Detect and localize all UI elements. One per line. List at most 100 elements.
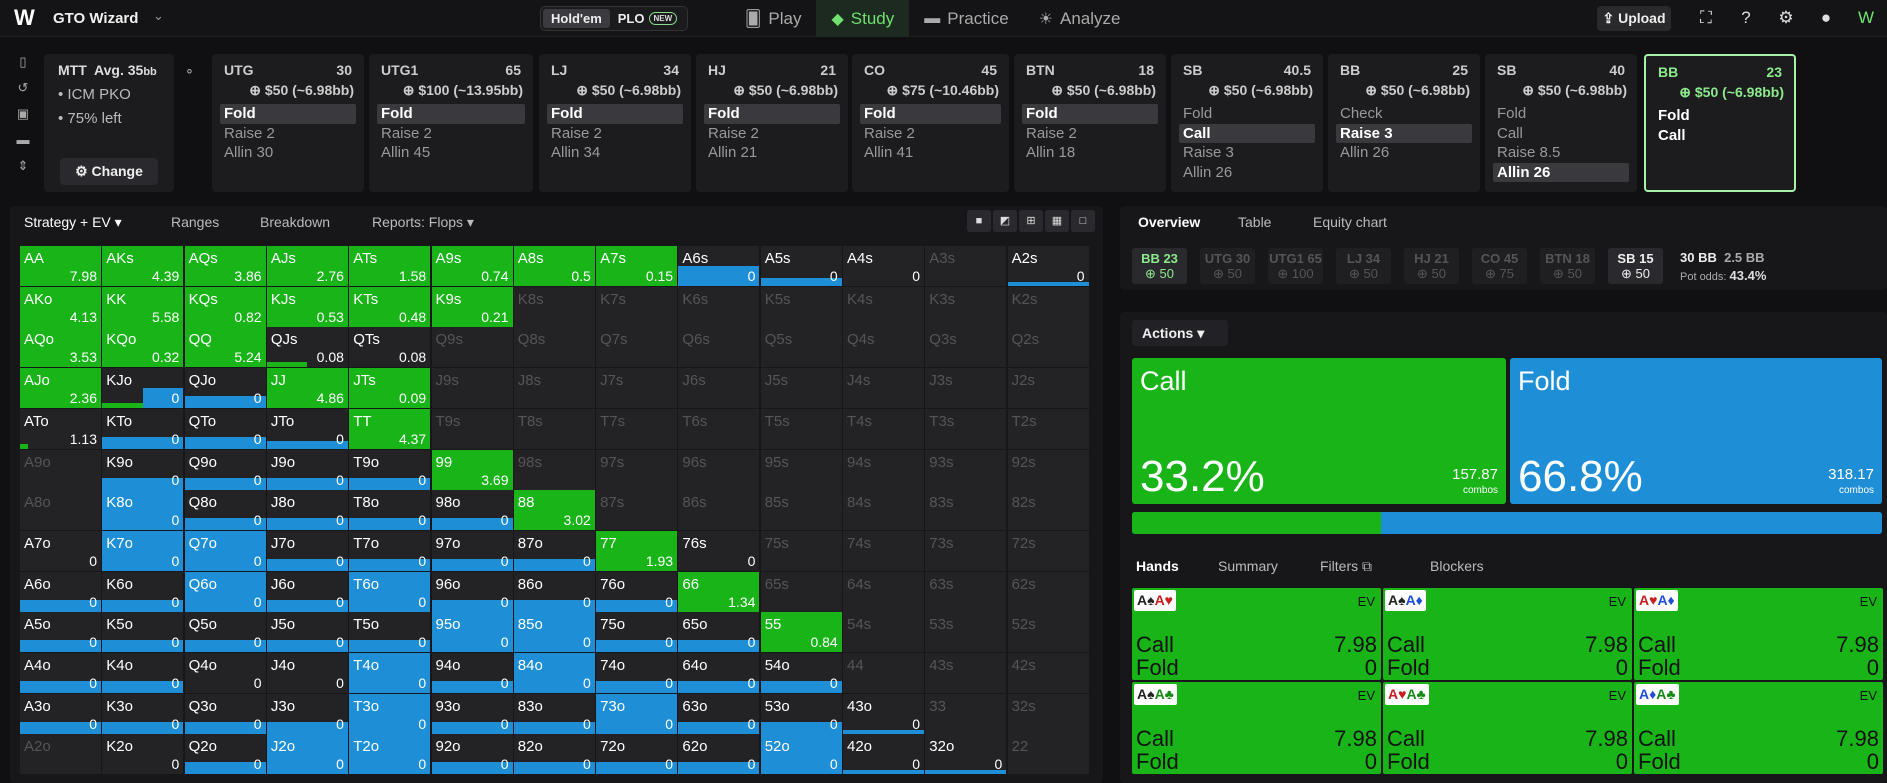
hand-cell[interactable]: T4o 0 xyxy=(349,653,431,693)
position-card-lj[interactable]: LJ 34 ⊕ $50 (~6.98bb) Fold Raise 2 Allin 34 xyxy=(539,54,691,192)
tab-filters[interactable]: Filters ⧉ xyxy=(1320,558,1372,575)
hand-cell[interactable]: A5o 0 xyxy=(20,612,101,653)
hand-combo-card[interactable]: A♠A♣ EV Call 7.98 Fold 0 xyxy=(1132,682,1381,774)
hand-cell[interactable]: Q5o 0 xyxy=(184,612,266,653)
hand-cell[interactable]: J8s xyxy=(513,368,595,409)
hand-cell[interactable]: ATo 1.13 xyxy=(20,408,101,449)
hand-cell[interactable]: 88 3.02 xyxy=(513,490,595,531)
stack-chip[interactable]: BB 23 ⊕ 50 xyxy=(1132,248,1187,284)
hand-cell[interactable]: Q4s xyxy=(843,327,924,368)
hand-cell[interactable]: 65o 0 xyxy=(678,612,760,653)
gto-wizard-logo[interactable]: W xyxy=(14,7,36,29)
hand-cell[interactable]: 44 xyxy=(843,653,924,693)
tab-equity-chart[interactable]: Equity chart xyxy=(1313,214,1387,230)
tab-ranges[interactable]: Ranges xyxy=(171,214,219,230)
hand-cell[interactable]: 96s xyxy=(678,449,760,490)
hand-cell[interactable]: AKo 4.13 xyxy=(20,286,101,327)
account-icon[interactable]: ● xyxy=(1816,8,1836,28)
hand-cell[interactable]: K9s 0.21 xyxy=(431,286,513,327)
hand-cell[interactable]: 99 3.69 xyxy=(431,449,513,490)
share-icon[interactable]: ⚬ xyxy=(184,64,195,80)
action-option[interactable]: Fold xyxy=(1493,104,1629,124)
hand-cell[interactable]: K3o 0 xyxy=(102,693,184,734)
action-option[interactable]: Raise 3 xyxy=(1336,123,1472,143)
hand-cell[interactable]: AQs 3.86 xyxy=(184,246,266,286)
hand-cell[interactable]: 84s xyxy=(843,490,924,531)
hand-cell[interactable]: J5s xyxy=(760,368,842,409)
hand-cell[interactable]: A7o 0 xyxy=(20,530,101,571)
hand-cell[interactable]: QTs 0.08 xyxy=(349,327,431,368)
hand-cell[interactable]: KJs 0.53 xyxy=(266,286,348,327)
hand-cell[interactable]: K7s xyxy=(596,286,678,327)
hand-cell[interactable]: 74s xyxy=(843,530,924,571)
hand-cell[interactable]: 86s xyxy=(678,490,760,531)
hand-cell[interactable]: 42s xyxy=(1007,653,1089,693)
plo-tab[interactable]: PLO NEW xyxy=(610,9,685,28)
hand-cell[interactable]: AJs 2.76 xyxy=(266,246,348,286)
hand-cell[interactable]: QJs 0.08 xyxy=(266,327,348,368)
hand-cell[interactable]: A2o xyxy=(20,734,101,775)
hand-cell[interactable]: K8s xyxy=(513,286,595,327)
hand-cell[interactable]: 87s xyxy=(596,490,678,531)
action-option[interactable]: Allin 18 xyxy=(1022,143,1158,163)
hand-cell[interactable]: 72s xyxy=(1007,530,1089,571)
view-3d-icon[interactable]: ■ xyxy=(967,210,991,232)
hand-cell[interactable]: KJo 0 xyxy=(102,368,184,409)
save-icon[interactable]: ▣ xyxy=(8,106,38,132)
action-option[interactable]: Raise 2 xyxy=(704,124,840,144)
tab-blockers[interactable]: Blockers xyxy=(1430,558,1484,574)
action-option[interactable]: Raise 8.5 xyxy=(1493,143,1629,163)
hand-combo-card[interactable]: A♥A♦ EV Call 7.98 Fold 0 xyxy=(1634,588,1883,680)
hand-combo-card[interactable]: A♦A♣ EV Call 7.98 Fold 0 xyxy=(1634,682,1883,774)
hand-cell[interactable]: A4s 0 xyxy=(843,246,924,286)
hand-cell[interactable]: J2o 0 xyxy=(266,734,348,775)
hand-cell[interactable]: J7s xyxy=(596,368,678,409)
hand-cell[interactable]: Q7s xyxy=(596,327,678,368)
hand-cell[interactable]: 76o 0 xyxy=(596,571,678,612)
hand-cell[interactable]: 43o 0 xyxy=(843,693,924,734)
hand-cell[interactable]: 62o 0 xyxy=(678,734,760,775)
hand-cell[interactable]: K5s xyxy=(760,286,842,327)
upload-button[interactable]: ⇪ Upload xyxy=(1597,6,1671,31)
hand-cell[interactable]: 82o 0 xyxy=(513,734,595,775)
hand-cell[interactable]: AA 7.98 xyxy=(20,246,101,286)
hand-cell[interactable]: J7o 0 xyxy=(266,530,348,571)
nav-play[interactable]: 🂠 Play xyxy=(730,0,816,37)
hand-cell[interactable]: 96o 0 xyxy=(431,571,513,612)
action-option[interactable]: Call xyxy=(1654,126,1786,146)
screenshot-icon[interactable]: ⛶ xyxy=(1696,8,1716,28)
position-card-utg[interactable]: UTG 30 ⊕ $50 (~6.98bb) Fold Raise 2 Allin 30 xyxy=(212,54,364,192)
action-option[interactable]: Check xyxy=(1336,104,1472,124)
action-option[interactable]: Allin 30 xyxy=(220,143,356,163)
hand-cell[interactable]: A5s 0 xyxy=(760,246,842,286)
hand-cell[interactable]: 43s xyxy=(925,653,1007,693)
hand-cell[interactable]: J5o 0 xyxy=(266,612,348,653)
action-option[interactable]: Raise 2 xyxy=(377,124,525,144)
hand-cell[interactable]: K4o 0 xyxy=(102,653,184,693)
action-option[interactable]: Allin 34 xyxy=(547,143,683,163)
hand-cell[interactable]: T8o 0 xyxy=(349,490,431,531)
help-icon[interactable]: ? xyxy=(1736,8,1756,28)
hand-cell[interactable]: QTo 0 xyxy=(184,408,266,449)
hand-cell[interactable]: Q6s xyxy=(678,327,760,368)
hand-cell[interactable]: 75s xyxy=(760,530,842,571)
hand-cell[interactable]: 83s xyxy=(925,490,1007,531)
hand-cell[interactable]: 42o 0 xyxy=(843,734,924,775)
hand-cell[interactable]: AQo 3.53 xyxy=(20,327,101,368)
hand-cell[interactable]: J9s xyxy=(431,368,513,409)
action-option[interactable]: Raise 3 xyxy=(1179,143,1315,163)
nav-analyze[interactable]: ☀ Analyze xyxy=(1024,0,1136,37)
action-option[interactable]: Allin 45 xyxy=(377,143,525,163)
hand-cell[interactable]: QQ 5.24 xyxy=(184,327,266,368)
hand-cell[interactable]: A8o xyxy=(20,490,101,531)
hand-cell[interactable]: TT 4.37 xyxy=(349,408,431,449)
tab-overview[interactable]: Overview xyxy=(1138,214,1200,230)
hand-cell[interactable]: J3o 0 xyxy=(266,693,348,734)
change-button[interactable]: ⚙ Change xyxy=(60,158,158,185)
stack-chip[interactable]: SB 15 ⊕ 50 xyxy=(1608,248,1663,284)
hand-cell[interactable]: 64o 0 xyxy=(678,653,760,693)
stack-chip[interactable]: HJ 21 ⊕ 50 xyxy=(1404,248,1459,284)
hand-cell[interactable]: 63s xyxy=(925,571,1007,612)
hand-cell[interactable]: 98o 0 xyxy=(431,490,513,531)
tab-summary[interactable]: Summary xyxy=(1218,558,1278,574)
